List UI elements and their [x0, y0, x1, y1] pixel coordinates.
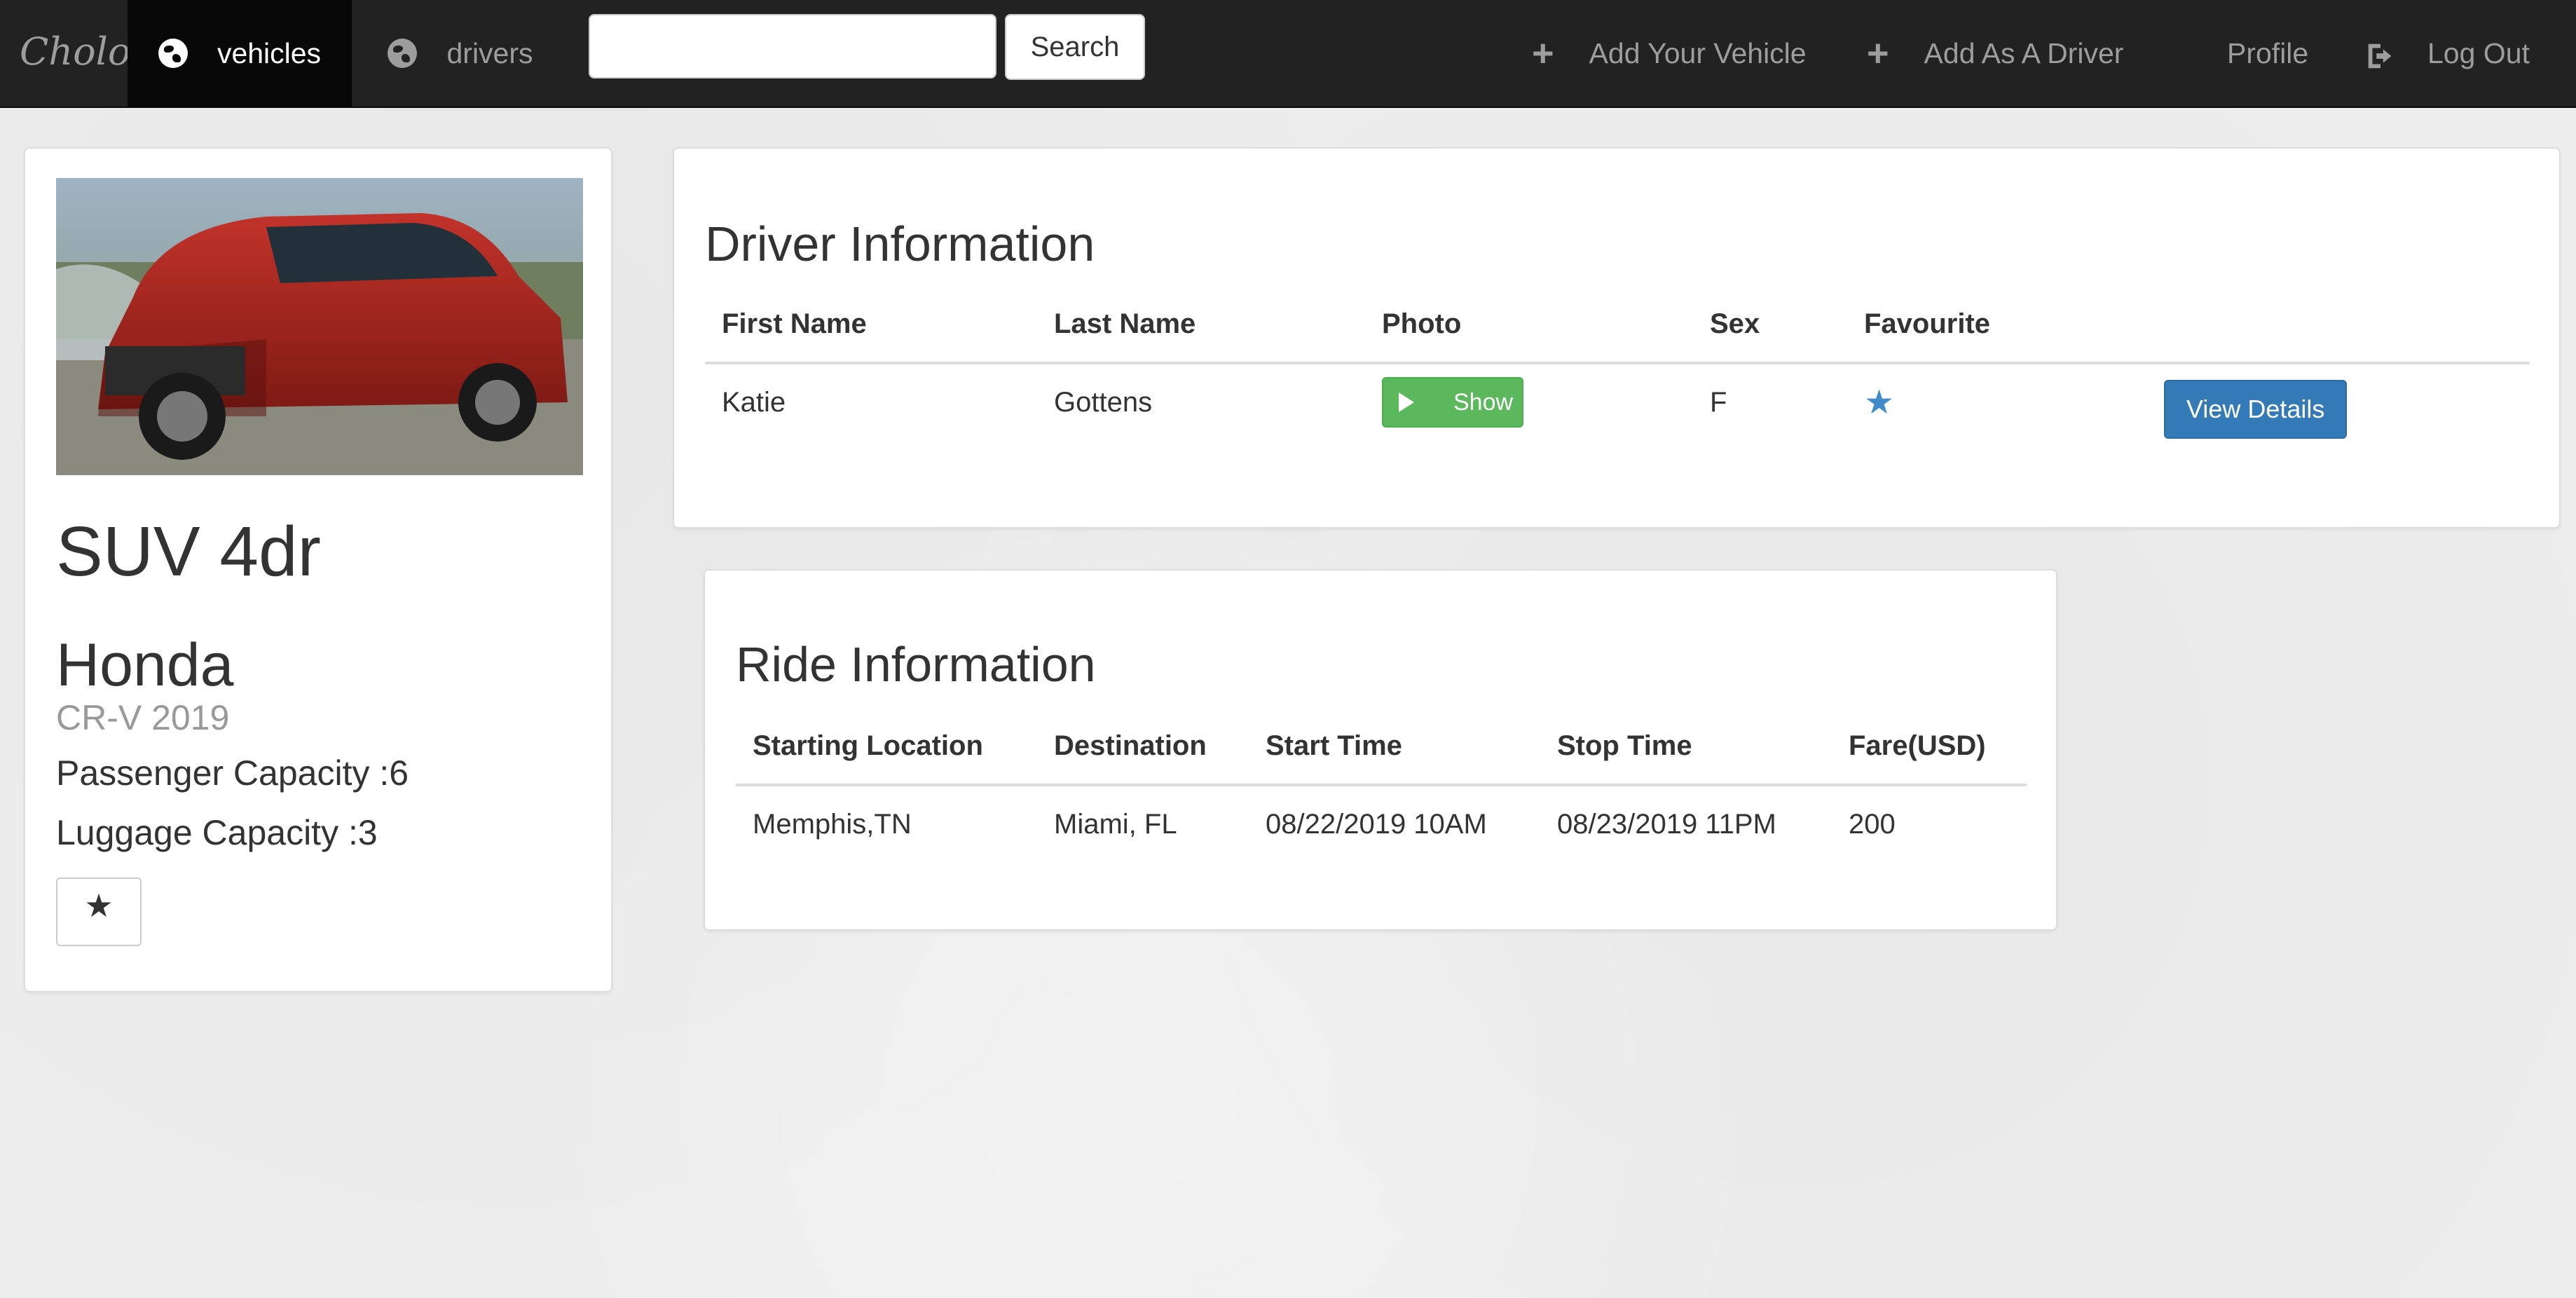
action-cell: View Details: [2147, 363, 2530, 440]
add-vehicle-label: Add Your Vehicle: [1589, 36, 1807, 69]
nav-vehicles-label: vehicles: [217, 36, 322, 69]
driver-info-title: Driver Information: [705, 217, 1095, 271]
start-time-cell: 08/22/2019 10AM: [1266, 808, 1487, 840]
add-driver-link[interactable]: + Add As A Driver: [1867, 0, 2123, 107]
destination-cell: Miami, FL: [1054, 808, 1177, 840]
table-row: Katie Gottens Show F ★ View Details: [705, 363, 2530, 440]
column-header: First Name: [722, 308, 867, 339]
profile-link[interactable]: Profile: [2227, 0, 2308, 107]
star-icon: ★: [84, 887, 114, 924]
plus-icon: +: [1867, 32, 1889, 74]
profile-label: Profile: [2227, 36, 2309, 69]
star-icon: ★: [1864, 384, 1895, 421]
vehicle-model: CR-V 2019: [56, 698, 230, 737]
show-label: Show: [1453, 388, 1514, 416]
nav-drivers-label: drivers: [446, 36, 533, 69]
favourite-button[interactable]: ★: [56, 877, 142, 946]
logout-icon: [2364, 40, 2392, 69]
stop-time-cell: 08/23/2019 11PM: [1557, 808, 1776, 840]
plus-icon: +: [1532, 32, 1554, 74]
search-input[interactable]: [589, 14, 996, 78]
column-header: Favourite: [1864, 308, 1991, 339]
first-name-cell: Katie: [722, 386, 786, 418]
table-row: Memphis,TN Miami, FL 08/22/2019 10AM 08/…: [736, 785, 2027, 862]
ride-info-panel: Ride Information Starting Location Desti…: [704, 569, 2057, 931]
start-location-cell: Memphis,TN: [753, 808, 912, 840]
play-icon: [1399, 392, 1414, 412]
ride-info-title: Ride Information: [736, 637, 1096, 692]
ride-table: Starting Location Destination Start Time…: [736, 708, 2027, 862]
driver-table: First Name Last Name Photo Sex Favourite…: [705, 286, 2530, 440]
top-navbar: Cholo vehicles drivers Search + Add Your…: [0, 0, 2576, 108]
column-header: Starting Location: [753, 730, 983, 761]
logout-label: Log Out: [2427, 36, 2530, 69]
search-button[interactable]: Search: [1005, 14, 1145, 80]
vehicle-make: Honda: [56, 631, 234, 699]
vehicle-card: SUV 4dr Honda CR-V 2019 Passenger Capaci…: [24, 147, 612, 992]
add-vehicle-link[interactable]: + Add Your Vehicle: [1532, 0, 1807, 107]
table-header-row: Starting Location Destination Start Time…: [736, 708, 2027, 785]
nav-drivers[interactable]: drivers: [352, 0, 569, 107]
vehicle-type: SUV 4dr: [56, 512, 321, 591]
globe-icon: [388, 39, 418, 68]
add-driver-label: Add As A Driver: [1924, 36, 2124, 69]
passenger-capacity: Passenger Capacity :6: [56, 753, 409, 793]
view-details-button[interactable]: View Details: [2164, 380, 2348, 439]
driver-info-panel: Driver Information First Name Last Name …: [673, 147, 2561, 528]
favourite-cell: ★: [1847, 363, 2147, 440]
column-header: Start Time: [1266, 730, 1402, 761]
column-header: Last Name: [1054, 308, 1196, 339]
table-header-row: First Name Last Name Photo Sex Favourite: [705, 286, 2530, 363]
column-header: Stop Time: [1557, 730, 1692, 761]
column-header: Photo: [1382, 308, 1462, 339]
brand-logo[interactable]: Cholo: [20, 20, 130, 84]
sex-cell: F: [1710, 386, 1727, 418]
column-header: Sex: [1710, 308, 1760, 339]
column-header: Fare(USD): [1849, 730, 1986, 761]
luggage-capacity: Luggage Capacity :3: [56, 813, 378, 852]
photo-cell: Show: [1365, 363, 1693, 440]
last-name-cell: Gottens: [1054, 386, 1153, 418]
globe-icon: [158, 39, 188, 68]
logout-link[interactable]: Log Out: [2364, 0, 2530, 107]
column-header: Destination: [1054, 730, 1207, 761]
column-header: [2147, 286, 2530, 363]
nav-vehicles[interactable]: vehicles: [128, 0, 352, 107]
car-photo: [56, 178, 583, 475]
show-photo-button[interactable]: Show: [1382, 377, 1523, 428]
fare-cell: 200: [1849, 808, 1896, 840]
